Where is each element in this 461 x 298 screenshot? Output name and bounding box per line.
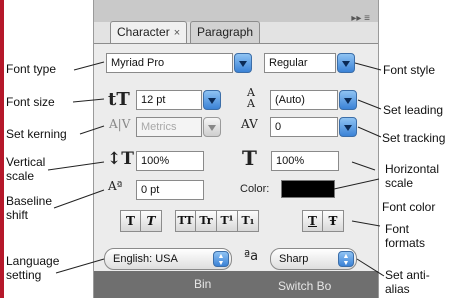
callout-vertical-scale: Vertical scale	[6, 155, 46, 183]
callout-set-antialias: Set anti- alias	[385, 268, 430, 296]
callout-font-formats: Font formats	[385, 222, 426, 250]
callout-leader-lines	[47, 61, 385, 277]
callout-set-tracking: Set tracking	[382, 131, 446, 145]
callout-set-kerning: Set kerning	[6, 127, 67, 141]
callout-font-size: Font size	[6, 95, 55, 109]
callout-font-color: Font color	[382, 200, 436, 214]
callout-horizontal-scale: Horizontal scale	[385, 162, 440, 190]
callout-language-setting: Language setting	[6, 254, 60, 282]
callout-set-leading: Set leading	[383, 103, 444, 117]
callout-font-style: Font style	[383, 63, 436, 77]
callout-baseline-shift: Baseline shift	[6, 194, 53, 222]
callout-font-type: Font type	[6, 62, 57, 76]
